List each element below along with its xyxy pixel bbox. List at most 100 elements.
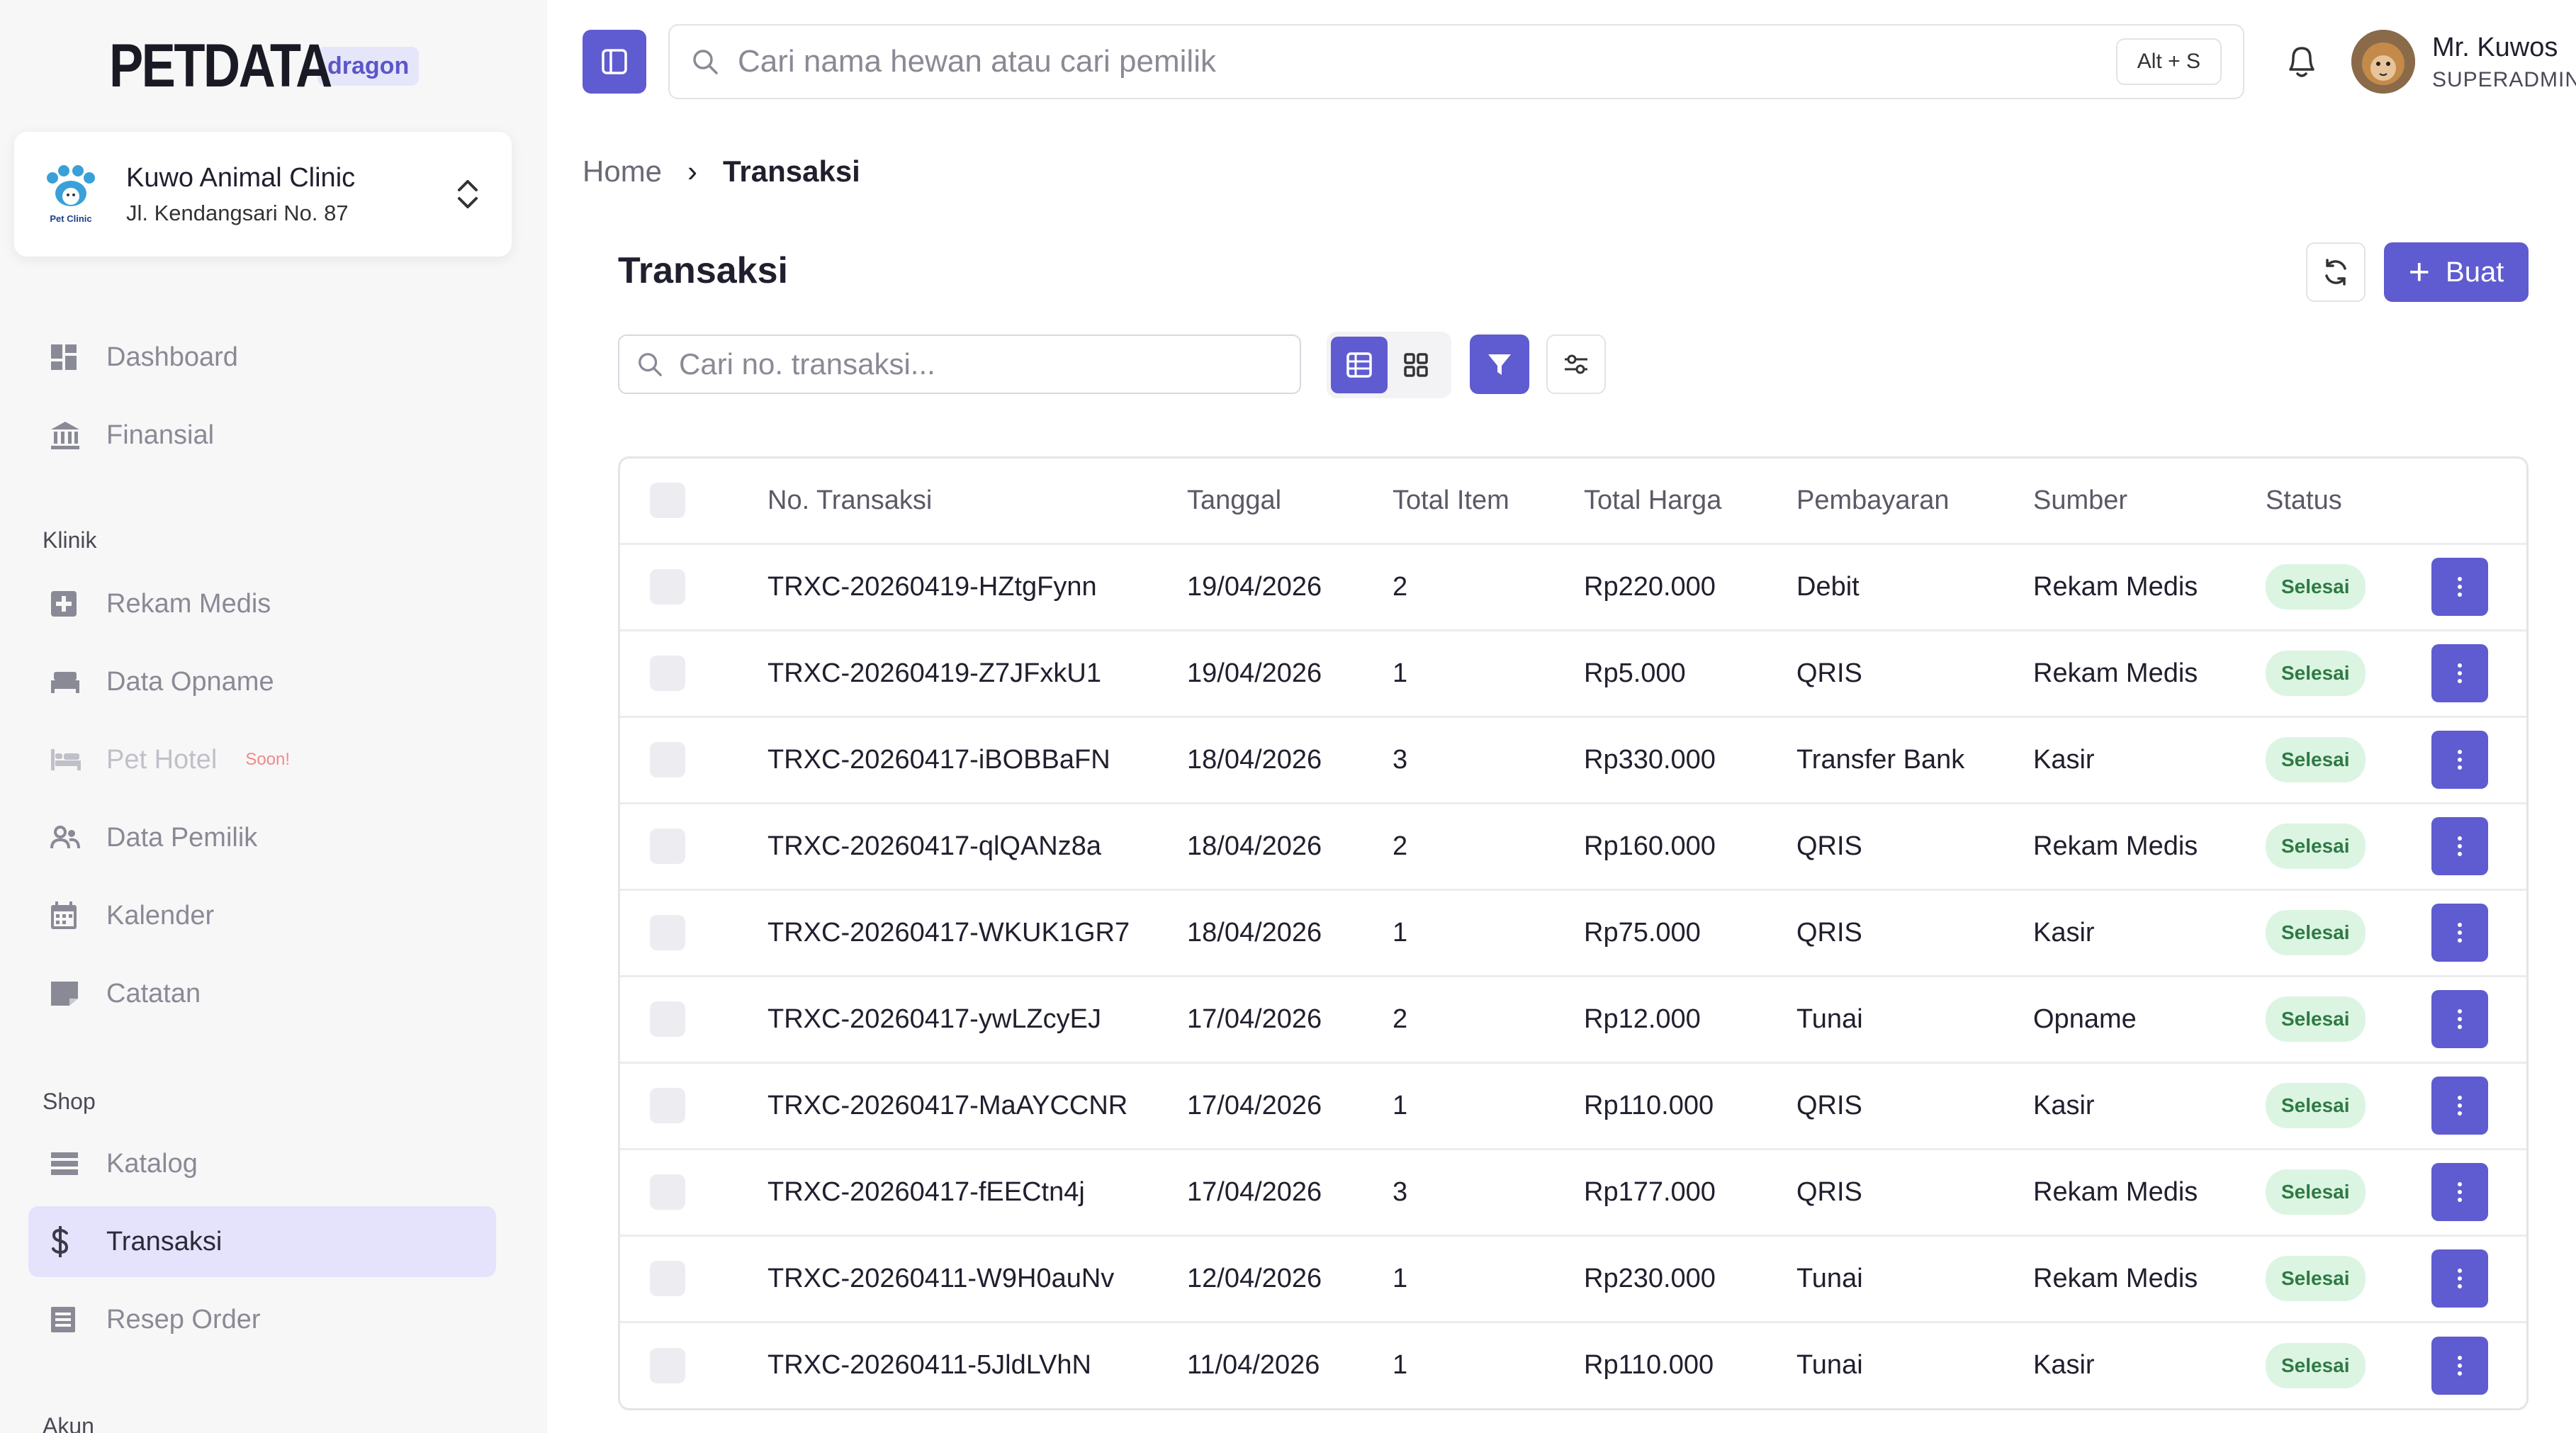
clinic-address: Jl. Kendangsari No. 87 <box>126 200 349 225</box>
row-checkbox[interactable] <box>650 1001 685 1037</box>
transaction-search-input[interactable]: Cari no. transaksi... <box>618 335 1301 394</box>
transaction-number[interactable]: TRXC-20260419-HZtgFynn <box>767 542 1187 630</box>
row-checkbox[interactable] <box>650 915 685 950</box>
column-header[interactable]: Total Item <box>1393 459 1584 544</box>
status-badge: Selesai <box>2266 1342 2366 1388</box>
breadcrumb: Home › Transaksi <box>583 154 860 189</box>
sidebar-item-transaksi[interactable]: Transaksi <box>28 1206 496 1277</box>
transaction-number[interactable]: TRXC-20260411-W9H0auNv <box>767 1234 1187 1322</box>
bed-icon <box>28 669 106 695</box>
row-actions-button[interactable] <box>2431 904 2488 962</box>
column-header[interactable]: Tanggal <box>1187 459 1393 544</box>
transaction-number[interactable]: TRXC-20260417-iBOBBaFN <box>767 715 1187 803</box>
total-items: 3 <box>1393 1147 1584 1235</box>
user-avatar[interactable] <box>2351 30 2415 94</box>
filter-button[interactable] <box>1470 335 1529 394</box>
dollar-icon <box>28 1226 106 1257</box>
soon-badge: Soon! <box>245 750 291 769</box>
table-row[interactable]: TRXC-20260417-iBOBBaFN 18/04/2026 3 Rp330.0… <box>620 715 2526 803</box>
sidebar-item-rekam-medis[interactable]: Rekam Medis <box>28 568 496 639</box>
refresh-button[interactable] <box>2306 242 2366 302</box>
table-row[interactable]: TRXC-20260417-WKUK1GR7 18/04/2026 1 Rp75.00… <box>620 888 2526 976</box>
sidebar-toggle-button[interactable] <box>583 30 646 94</box>
transaction-number[interactable]: TRXC-20260417-WKUK1GR7 <box>767 888 1187 976</box>
sidebar-item-data-opname[interactable]: Data Opname <box>28 646 496 717</box>
transaction-number[interactable]: TRXC-20260411-5JldLVhN <box>767 1320 1187 1408</box>
sidebar-item-label: Dashboard <box>106 342 238 372</box>
create-button[interactable]: + Buat <box>2384 242 2529 302</box>
table-row[interactable]: TRXC-20260419-Z7JFxkU1 19/04/2026 1 Rp5.000… <box>620 629 2526 716</box>
column-header[interactable]: No. Transaksi <box>767 459 1187 544</box>
table-row[interactable]: TRXC-20260411-5JldLVhN 11/04/2026 1 Rp110.0… <box>620 1320 2526 1408</box>
row-actions-button[interactable] <box>2431 990 2488 1048</box>
table-row[interactable]: TRXC-20260417-MaAYCCNR 17/04/2026 1 Rp110.0… <box>620 1061 2526 1149</box>
table-row[interactable]: TRXC-20260411-W9H0auNv 12/04/2026 1 Rp230.0… <box>620 1234 2526 1322</box>
row-checkbox[interactable] <box>650 656 685 691</box>
row-checkbox[interactable] <box>650 1174 685 1210</box>
sidebar-item-label: Finansial <box>106 420 215 450</box>
grid-view-button[interactable] <box>1388 337 1444 393</box>
more-vertical-icon <box>2458 1269 2462 1288</box>
row-actions-button[interactable] <box>2431 731 2488 789</box>
sidebar-item-resep-order[interactable]: Resep Order <box>28 1284 496 1355</box>
status-badge: Selesai <box>2266 651 2366 696</box>
transaction-source: Rekam Medis <box>2033 542 2266 630</box>
row-actions-button[interactable] <box>2431 644 2488 702</box>
transaction-date: 19/04/2026 <box>1187 629 1393 716</box>
column-header[interactable]: Status <box>2266 459 2431 544</box>
transaction-number[interactable]: TRXC-20260417-ywLZcyEJ <box>767 974 1187 1062</box>
sidebar-item-finansial[interactable]: Finansial <box>28 400 496 471</box>
row-actions-button[interactable] <box>2431 1336 2488 1395</box>
total-price: Rp110.000 <box>1584 1320 1796 1408</box>
global-search-input[interactable]: Cari nama hewan atau cari pemilik Alt + … <box>668 24 2244 99</box>
notification-bell-icon[interactable] <box>2283 41 2320 81</box>
column-settings-button[interactable] <box>1546 335 1606 394</box>
transaction-number[interactable]: TRXC-20260417-qlQANz8a <box>767 802 1187 889</box>
column-header[interactable]: Total Harga <box>1584 459 1796 544</box>
table-row[interactable]: TRXC-20260417-fEECtn4j 17/04/2026 3 Rp177.0… <box>620 1147 2526 1235</box>
breadcrumb-home-link[interactable]: Home <box>583 154 662 189</box>
row-checkbox[interactable] <box>650 1088 685 1123</box>
transaction-source: Opname <box>2033 974 2266 1062</box>
total-price: Rp12.000 <box>1584 974 1796 1062</box>
row-checkbox[interactable] <box>650 742 685 777</box>
table-row[interactable]: TRXC-20260419-HZtgFynn 19/04/2026 2 Rp220.0… <box>620 542 2526 630</box>
sidebar-item-katalog[interactable]: Katalog <box>28 1128 496 1199</box>
row-actions-button[interactable] <box>2431 1163 2488 1221</box>
sidebar-item-data-pemilik[interactable]: Data Pemilik <box>28 802 496 873</box>
row-actions-button[interactable] <box>2431 1077 2488 1135</box>
global-search-placeholder: Cari nama hewan atau cari pemilik <box>738 44 1216 79</box>
brand-logo[interactable]: PETDATA dragon <box>109 31 420 101</box>
more-vertical-icon <box>2458 663 2462 683</box>
sidebar-item-label: Data Opname <box>106 666 274 697</box>
clinic-switcher[interactable]: Pet Clinic Kuwo Animal Clinic Jl. Kendan… <box>14 132 512 257</box>
clinic-logo-caption: Pet Clinic <box>50 213 91 224</box>
column-header[interactable]: Sumber <box>2033 459 2266 544</box>
payment-method: Tunai <box>1796 974 2033 1062</box>
row-checkbox[interactable] <box>650 828 685 864</box>
table-row[interactable]: TRXC-20260417-qlQANz8a 18/04/2026 2 Rp160.0… <box>620 802 2526 889</box>
user-name: Mr. Kuwos <box>2432 33 2558 62</box>
transaction-number[interactable]: TRXC-20260417-MaAYCCNR <box>767 1061 1187 1149</box>
select-all-checkbox[interactable] <box>650 483 685 519</box>
grid-icon <box>1402 352 1429 378</box>
row-checkbox[interactable] <box>650 569 685 605</box>
row-actions-button[interactable] <box>2431 1249 2488 1308</box>
column-header[interactable]: Pembayaran <box>1796 459 2033 544</box>
transaction-number[interactable]: TRXC-20260419-Z7JFxkU1 <box>767 629 1187 716</box>
table-view-button[interactable] <box>1331 337 1388 393</box>
row-actions-button[interactable] <box>2431 558 2488 616</box>
sidebar-item-dashboard[interactable]: Dashboard <box>28 322 496 393</box>
row-actions-button[interactable] <box>2431 817 2488 875</box>
sidebar-item-kalender[interactable]: Kalender <box>28 880 496 951</box>
row-checkbox[interactable] <box>650 1261 685 1296</box>
sidebar-item-pet-hotel[interactable]: Pet Hotel Soon! <box>28 724 496 795</box>
table-row[interactable]: TRXC-20260417-ywLZcyEJ 17/04/2026 2 Rp12.00… <box>620 974 2526 1062</box>
row-checkbox[interactable] <box>650 1347 685 1383</box>
more-vertical-icon <box>2458 577 2462 597</box>
brand-logo-text: PETDATA <box>109 32 332 100</box>
status-badge: Selesai <box>2266 1169 2366 1215</box>
sidebar-item-catatan[interactable]: Catatan <box>28 958 496 1029</box>
section-label-shop: Shop <box>43 1089 96 1114</box>
transaction-number[interactable]: TRXC-20260417-fEECtn4j <box>767 1147 1187 1235</box>
